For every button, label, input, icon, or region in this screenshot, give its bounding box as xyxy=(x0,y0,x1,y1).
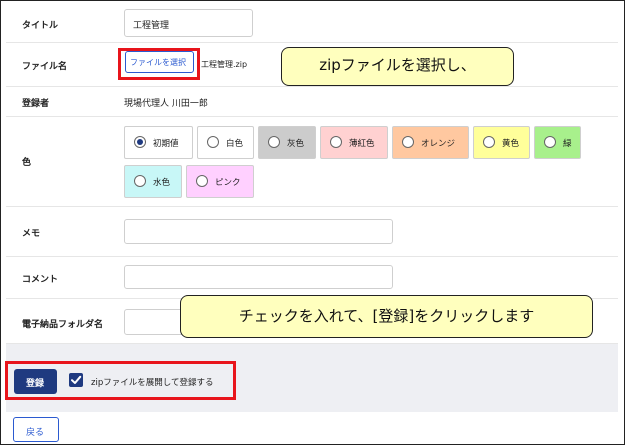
radio-icon xyxy=(483,136,495,148)
color-option-label: 緑 xyxy=(563,139,572,149)
color-option-pink[interactable]: ピンク xyxy=(186,165,254,198)
comment-label: コメント xyxy=(22,275,59,285)
color-option-light-blue[interactable]: 水色 xyxy=(124,165,182,198)
registrant-label: 登録者 xyxy=(22,99,50,109)
color-option-label: 灰色 xyxy=(287,139,305,149)
color-option-gray[interactable]: 灰色 xyxy=(258,126,316,159)
registrant-value: 現場代理人 川田一郎 xyxy=(124,99,208,109)
folder-label: 電子納品フォルダ名 xyxy=(22,320,104,330)
file-name: 工程管理.zip xyxy=(201,60,248,69)
color-label: 色 xyxy=(22,158,32,168)
color-option-label: 黄色 xyxy=(502,139,520,149)
title-input[interactable]: 工程管理 xyxy=(124,9,253,37)
file-label: ファイル名 xyxy=(22,62,68,72)
back-button[interactable]: 戻る xyxy=(13,417,59,442)
radio-icon xyxy=(330,136,342,148)
color-option-orange[interactable]: オレンジ xyxy=(392,126,469,159)
color-option-label: 水色 xyxy=(153,178,171,188)
memo-row: メモ xyxy=(6,207,618,257)
color-option-label: ピンク xyxy=(215,178,241,188)
color-option-green[interactable]: 緑 xyxy=(534,126,581,159)
title-value: 工程管理 xyxy=(133,21,170,31)
color-option-default[interactable]: 初期値 xyxy=(124,126,193,159)
callout-check-and-register-text: チェックを入れて、[登録]をクリックします xyxy=(238,307,535,325)
radio-icon xyxy=(402,136,414,148)
color-option-light-red[interactable]: 薄紅色 xyxy=(320,126,388,159)
register-area-highlight xyxy=(5,361,236,400)
color-option-white[interactable]: 白色 xyxy=(197,126,254,159)
file-button-highlight xyxy=(118,48,200,80)
radio-icon xyxy=(544,136,556,148)
callout-select-zip: zipファイルを選択し、 xyxy=(281,47,514,86)
color-option-label: 白色 xyxy=(226,139,244,149)
comment-row: コメント xyxy=(6,257,618,299)
callout-check-and-register: チェックを入れて、[登録]をクリックします xyxy=(180,295,593,338)
color-option-label: 初期値 xyxy=(153,139,179,149)
memo-label: メモ xyxy=(22,229,41,239)
radio-icon xyxy=(196,175,208,187)
memo-input[interactable] xyxy=(124,219,393,244)
color-option-label: 薄紅色 xyxy=(349,139,375,149)
color-option-label: オレンジ xyxy=(421,139,456,149)
callout-select-zip-text: zipファイルを選択し、 xyxy=(319,56,476,74)
radio-icon xyxy=(207,136,219,148)
radio-icon xyxy=(268,136,280,148)
color-option-yellow[interactable]: 黄色 xyxy=(473,126,530,159)
registrant-row: 登録者 現場代理人 川田一郎 xyxy=(6,87,618,117)
title-label: タイトル xyxy=(22,21,59,31)
radio-selected-icon xyxy=(134,136,146,148)
back-button-label: 戻る xyxy=(26,428,45,438)
radio-icon xyxy=(134,175,146,187)
title-row: タイトル 工程管理 xyxy=(6,6,618,43)
comment-input[interactable] xyxy=(124,265,393,289)
